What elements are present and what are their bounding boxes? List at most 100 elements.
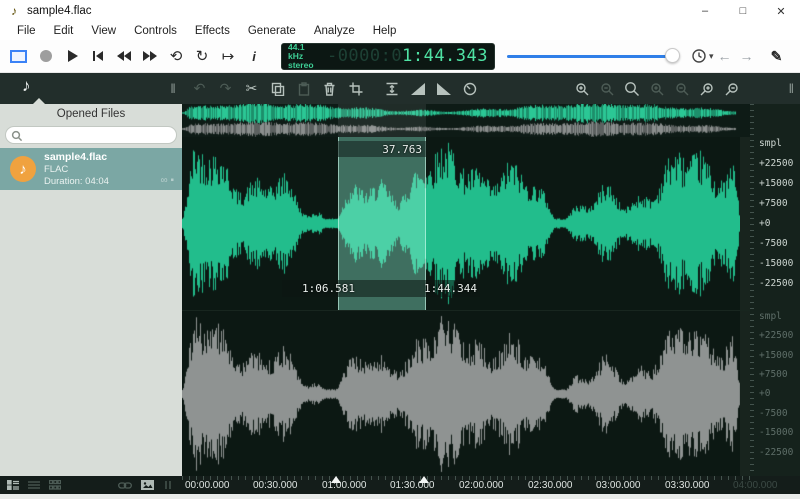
close-button[interactable]: ✕ [762,0,800,22]
info-button[interactable]: i [241,45,267,67]
view-grid-button[interactable] [49,480,61,490]
zoom-tool-group [571,79,742,99]
waveform-area: 37.763 1:06.581 1:44.344 [182,104,750,476]
menu-generate[interactable]: Generate [239,25,305,37]
zoom-selection-icon [624,81,639,96]
edit-pen-button[interactable]: ✎ [766,48,788,65]
window-controls: – □ ✕ [686,0,800,22]
amplitude-ruler[interactable]: smpl +22500 +15000 +7500 +0 -7500 -15000… [750,104,800,476]
volume-slider-thumb[interactable] [665,48,680,63]
skip-start-icon [91,49,105,63]
fade-in-button[interactable] [407,79,428,99]
view-list-button[interactable] [28,480,40,490]
amplitude-tick-label: -15000 [759,258,793,269]
zoom-selection-button[interactable] [621,79,642,99]
time-tick-label: 01:00.000 [322,480,367,491]
overview-waveform-canvas[interactable] [182,104,750,137]
menu-file[interactable]: File [8,25,45,37]
normalize-button[interactable] [381,79,402,99]
file-search-box[interactable] [5,126,177,144]
menu-view[interactable]: View [82,25,125,37]
split-view-button[interactable] [163,480,173,490]
skip-start-button[interactable] [85,45,111,67]
selection-mode-icon[interactable] [10,50,27,63]
cut-button[interactable]: ✂ [241,79,262,99]
play-button[interactable] [59,45,85,67]
format-readout: 44.1 kHz stereo [288,43,319,70]
channel1-view[interactable]: 37.763 1:06.581 1:44.344 [182,137,750,310]
menu-controls[interactable]: Controls [125,25,186,37]
search-input[interactable] [26,128,176,142]
vertical-zoom-in-button[interactable] [696,79,717,99]
crop-button[interactable] [345,79,366,99]
amplitude-tick-label: +7500 [759,369,788,380]
menu-help[interactable]: Help [364,25,406,37]
loop-button[interactable]: ⟲ [163,45,189,67]
channels-label: stereo [288,61,319,70]
time-digits-value: 1:44.343 [402,46,488,66]
opened-files-tab-icon[interactable]: ♪ [22,76,31,96]
time-display: 44.1 kHz stereo -0000:01:44.343 [281,43,495,70]
history-button[interactable]: ▾ [691,48,714,64]
amplitude-tick-label: -7500 [759,408,788,419]
nav-forward-button[interactable]: → [736,48,758,64]
amplitude-tick-label: +0 [759,218,770,229]
time-tick-label: 03:30.000 [665,480,710,491]
redo-button[interactable]: ↷ [215,79,236,99]
zoom-in-icon [575,82,589,96]
copy-button[interactable] [267,79,288,99]
nav-back-button[interactable]: ← [714,48,736,64]
overview-strip[interactable] [182,104,750,137]
volume-slider[interactable] [507,46,679,66]
selection-end-marker[interactable] [419,476,429,483]
undo-button[interactable]: ↶ [189,79,210,99]
vertical-zoom-out-button[interactable] [721,79,742,99]
fade-out-button[interactable] [433,79,454,99]
zoom-out-icon [600,82,614,96]
volume-slider-track [507,55,679,58]
play-icon [65,49,79,63]
gain-knob-button[interactable] [459,79,480,99]
toolbar-drag-handle[interactable]: ‖ [163,79,184,99]
zoom-out-button[interactable] [596,79,617,99]
rewind-button[interactable] [111,45,137,67]
menu-edit[interactable]: Edit [45,25,83,37]
repeat-icon: ↻ [196,49,209,64]
file-list-item[interactable]: ♪ sample4.flac FLAC Duration: 04:04 ∞ ▪ [0,148,182,190]
view-details-button[interactable] [7,480,19,490]
maximize-button[interactable]: □ [724,0,762,22]
zoom-in-button[interactable] [571,79,592,99]
fast-forward-button[interactable] [137,45,163,67]
play-from-cursor-button[interactable]: ↦ [215,45,241,67]
copy-icon [271,82,285,96]
minimize-button[interactable]: – [686,0,724,22]
record-button[interactable] [33,45,59,67]
toolbar-right-drag-handle[interactable]: ‖ [789,81,794,96]
delete-button[interactable] [319,79,340,99]
selection-start-label: 1:06.581 [302,282,355,295]
amplitude-tick-label: +15000 [759,350,793,361]
menu-analyze[interactable]: Analyze [305,25,364,37]
zoom-full-button[interactable] [671,79,692,99]
vertical-zoom-out-icon [725,82,739,96]
time-tick-label: 02:30.000 [528,480,573,491]
zoom-fit-button[interactable] [646,79,667,99]
normalize-icon [385,82,399,96]
link-files-button[interactable] [118,481,132,490]
history-clock-icon [691,48,707,64]
show-thumbnails-button[interactable] [141,480,154,490]
channel2-waveform-canvas[interactable] [182,311,750,477]
channel1-amplitude-scale: smpl +22500 +15000 +7500 +0 -7500 -15000… [750,137,800,310]
channel2-view[interactable] [182,310,750,476]
info-icon: i [252,49,256,64]
menu-effects[interactable]: Effects [186,25,239,37]
selection-start-marker[interactable] [331,476,341,483]
repeat-button[interactable]: ↻ [189,45,215,67]
amplitude-unit-label: smpl [759,311,782,322]
opened-files-panel: Opened Files ♪ sample4.flac FLAC Duratio… [0,104,182,476]
rewind-icon [116,49,132,63]
paste-button[interactable] [293,79,314,99]
time-ruler[interactable]: 00:00.000 00:30.000 01:00.000 01:30.000 … [182,476,800,494]
file-name: sample4.flac [44,151,109,164]
amplitude-tick-label: +22500 [759,158,793,169]
